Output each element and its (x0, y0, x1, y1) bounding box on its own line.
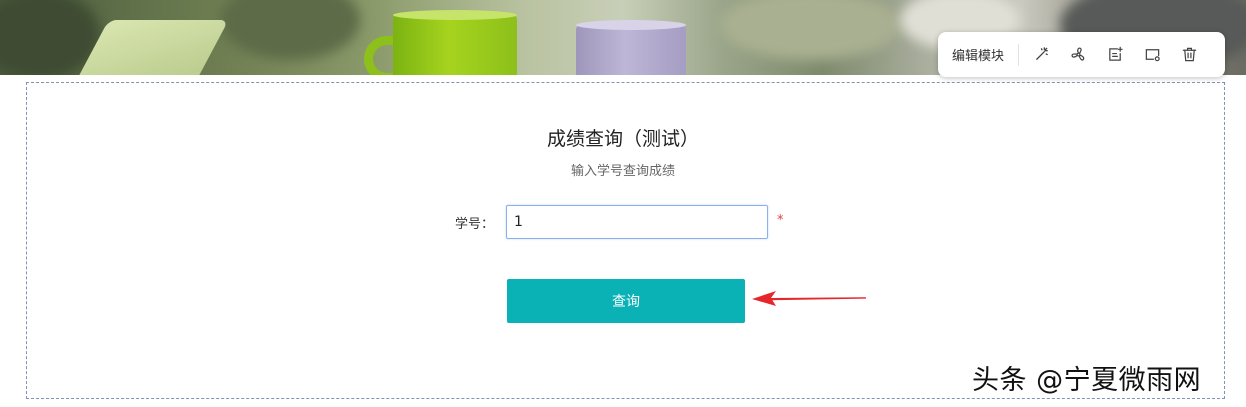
red-arrow-annotation (752, 291, 866, 306)
query-button[interactable]: 查询 (507, 279, 745, 323)
required-asterisk: * (777, 213, 784, 228)
edit-module-label[interactable]: 编辑模块 (952, 45, 1018, 64)
insert-module-icon[interactable] (1103, 43, 1127, 67)
arrow-shaft (770, 297, 866, 301)
module-edit-toolbar: 编辑模块 (938, 32, 1225, 77)
student-id-label: 学号： (454, 217, 494, 232)
watermark-text: 头条 @宁夏微雨网 (972, 365, 1202, 396)
magic-wand-icon[interactable] (1029, 43, 1053, 67)
fan-icon[interactable] (1066, 43, 1090, 67)
form-title: 成绩查询（测试） (546, 128, 699, 150)
toolbar-divider (1018, 43, 1019, 66)
trash-icon[interactable] (1177, 43, 1201, 67)
module-settings-icon[interactable] (1140, 43, 1164, 67)
form-subtitle: 输入学号查询成绩 (570, 164, 675, 179)
student-id-input[interactable] (506, 205, 768, 239)
